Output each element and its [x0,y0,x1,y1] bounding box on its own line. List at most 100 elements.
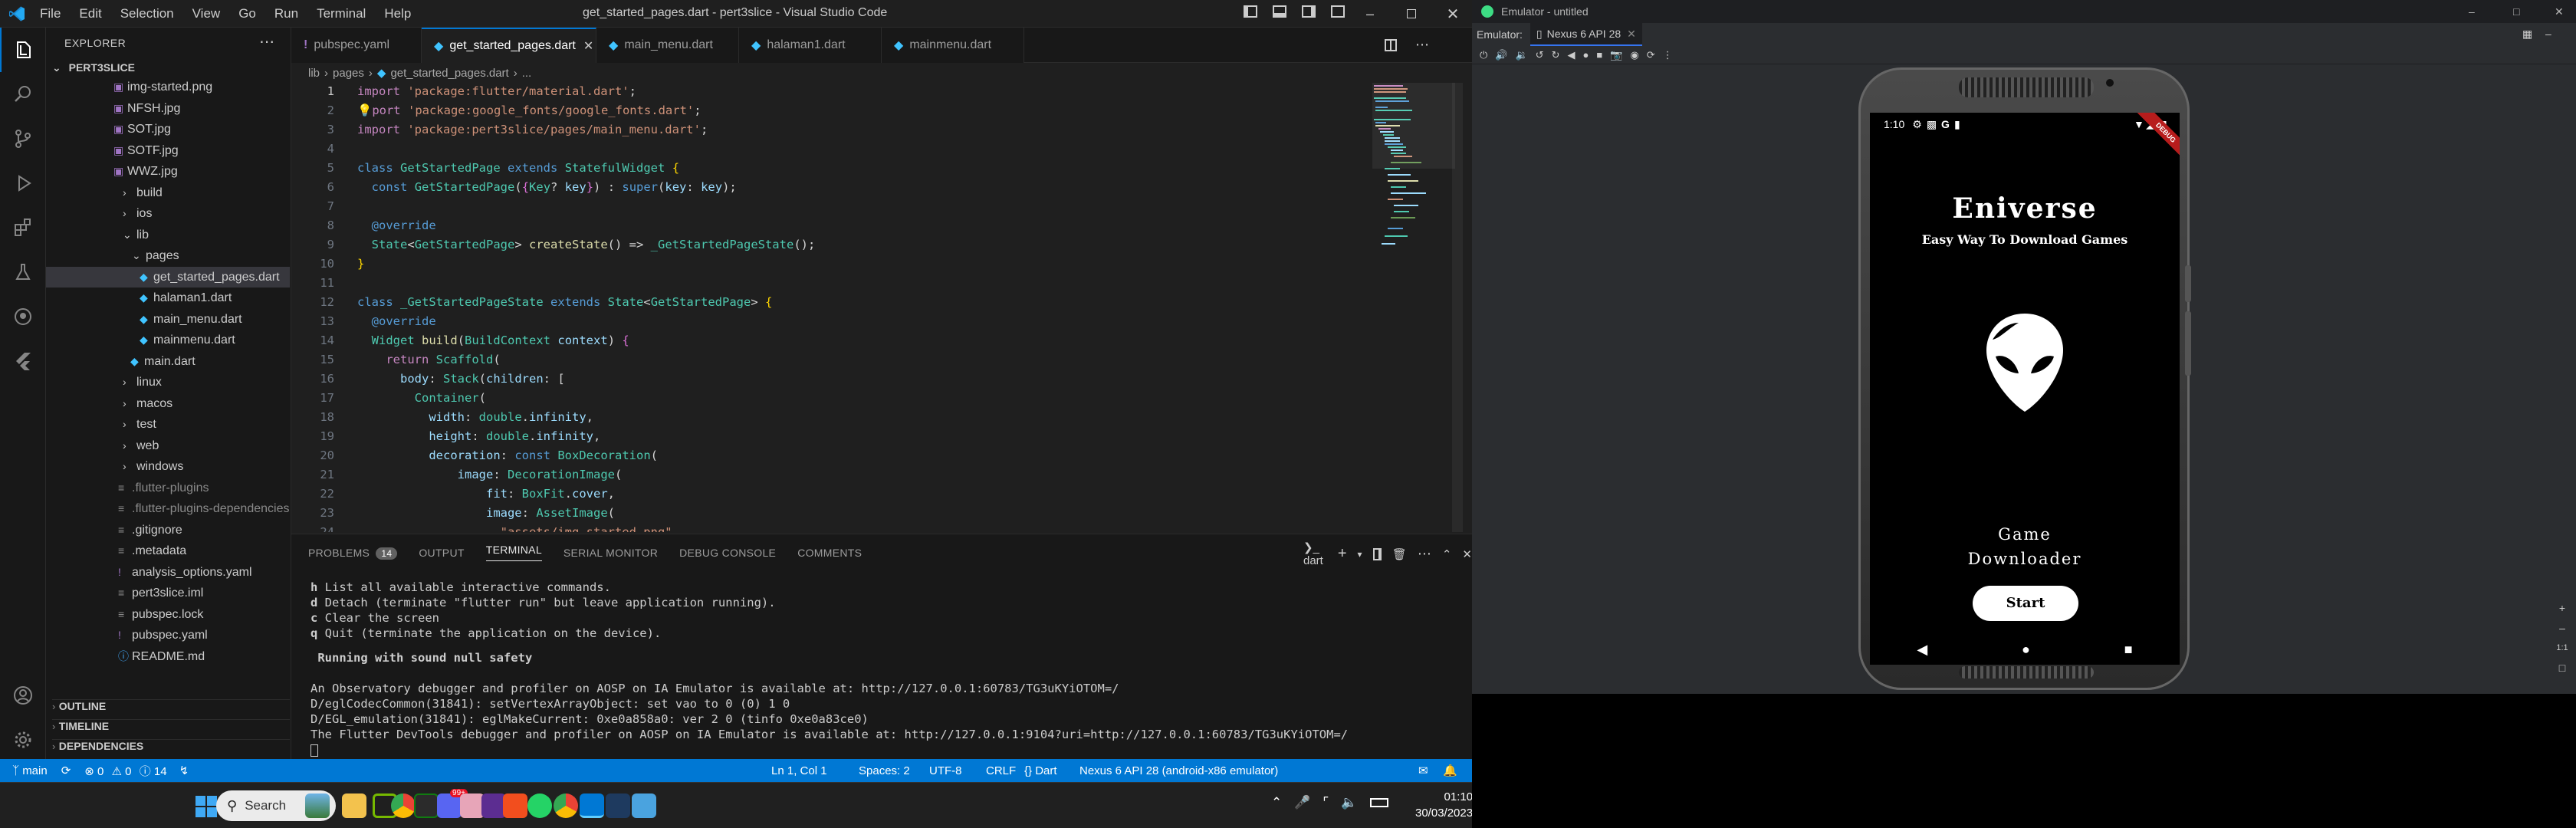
minimize-icon[interactable]: – [1349,6,1391,22]
emulator-maximize-icon[interactable]: □ [2513,5,2519,18]
close-tab-icon[interactable]: ✕ [583,38,593,54]
flutter-icon[interactable] [0,339,46,383]
volume-icon[interactable]: 🔈 [1341,795,1357,810]
chrome-alt-icon[interactable] [554,794,578,818]
cursor-position[interactable]: Ln 1, Col 1 [771,764,827,777]
emulator-minimize-icon[interactable]: – [2469,5,2475,18]
phone-screen[interactable]: 1:10 ⚙ ▩ G ▮ ▼ ◢ ▮ DEBUG Eniverse Easy W… [1870,113,2180,634]
toggle-secondary-sidebar-icon[interactable] [1302,5,1316,18]
file-explorer-icon[interactable] [342,794,366,818]
problems-status[interactable]: ⊗ 0 ⚠ 0 ⓘ 14 [84,763,166,779]
dependencies-section[interactable]: › DEPENDENCIES [52,739,290,754]
toggle-panel-icon[interactable] [1273,5,1286,18]
volume-up-icon[interactable]: 🔊 [1495,49,1507,61]
run-debug-icon[interactable] [0,161,46,205]
feedback-icon[interactable]: ✉ [1418,764,1428,777]
nav-back-icon[interactable]: ◀ [1917,642,1927,658]
chrome-icon[interactable] [391,794,416,818]
tab-comments[interactable]: COMMENTS [797,547,862,559]
phone-side-button[interactable] [2185,265,2191,302]
start-button[interactable]: Start [1973,586,2078,621]
zoom-out-icon[interactable]: – [2555,618,2570,638]
editor-more-icon[interactable]: ⋯ [1415,37,1429,53]
source-control-icon[interactable] [0,117,46,161]
windows-start-icon[interactable] [195,795,218,818]
breadcrumb-file[interactable]: get_started_pages.dart [390,67,508,80]
accounts-icon[interactable] [0,673,46,718]
customize-layout-icon[interactable] [1331,5,1345,18]
project-root[interactable]: ⌄ PERT3SLICE [52,61,135,74]
vscode-taskbar-icon[interactable] [580,794,604,818]
microphone-icon[interactable]: 🎤 [1294,795,1310,810]
more-icon[interactable]: ⋮ [1663,49,1673,61]
more-actions-icon[interactable]: ⋯ [259,32,274,51]
timeline-section[interactable]: › TIMELINE [52,719,290,734]
minimap[interactable] [1372,83,1457,267]
taskbar-search-highlight-icon[interactable] [305,794,330,818]
tab-get-started-pages[interactable]: ◆ get_started_pages.dart ✕ [422,27,596,63]
menu-edit[interactable]: Edit [79,6,101,21]
zoom-in-icon[interactable]: + [2555,598,2570,618]
power-icon[interactable]: ⏻ [1480,49,1487,61]
emulator-hide-icon[interactable]: – [2545,28,2551,40]
emulator-options-icon[interactable]: ▦ [2522,28,2532,41]
clock[interactable]: 01:10 30/03/2023 [1415,789,1473,821]
battery-icon[interactable] [1369,798,1388,807]
new-terminal-icon[interactable]: + [1338,545,1347,563]
zoom-fit-icon[interactable]: □ [2555,658,2570,678]
tab-pubspec[interactable]: ! pubspec.yaml [291,27,422,63]
branch-status[interactable]: ᛉ main [12,764,48,777]
breadcrumb-more[interactable]: ... [522,67,532,80]
maximize-icon[interactable] [1391,9,1432,18]
terminal-profile[interactable]: ❯_ dart [1303,540,1327,567]
menu-run[interactable]: Run [274,6,298,21]
nav-overview-icon[interactable]: ■ [2124,642,2133,658]
wifi-icon[interactable]: ⌜ [1322,795,1329,810]
settings-gear-icon[interactable] [0,718,46,762]
flutter-device[interactable]: Nexus 6 API 28 (android-x86 emulator) [1079,764,1278,777]
back-icon[interactable]: ◀ [1567,49,1575,61]
indentation[interactable]: Spaces: 2 [859,764,910,777]
language-mode[interactable]: {} Dart [1024,764,1057,777]
whatsapp-icon[interactable] [527,794,552,818]
zoom-actual-size[interactable]: 1:1 [2555,638,2570,658]
overview-icon[interactable]: ■ [1596,49,1602,61]
outline-section[interactable]: › OUTLINE [52,699,290,714]
menu-selection[interactable]: Selection [120,6,174,21]
sync-icon[interactable]: ⟳ [61,764,71,777]
emulator-taskbar-icon[interactable] [606,794,630,818]
figma-icon[interactable] [503,794,527,818]
breadcrumb-lib[interactable]: lib [308,67,320,80]
tab-terminal[interactable]: TERMINAL [485,544,542,561]
search-icon[interactable] [0,72,46,117]
menu-help[interactable]: Help [384,6,411,21]
emulator-close-icon[interactable]: ✕ [2555,5,2564,18]
testing-icon[interactable] [0,250,46,294]
menu-terminal[interactable]: Terminal [317,6,366,21]
chevron-down-icon[interactable]: ▾ [1358,549,1362,560]
nav-home-icon[interactable]: ● [2022,642,2030,658]
tab-main-menu[interactable]: ◆ main_menu.dart [596,27,739,63]
notepad-icon[interactable] [632,794,656,818]
menu-go[interactable]: Go [238,6,256,21]
tab-debug-console[interactable]: DEBUG CONSOLE [679,547,776,559]
tab-mainmenu[interactable]: ◆ mainmenu.dart [882,27,1024,63]
menu-file[interactable]: File [40,6,61,21]
record-icon[interactable]: ◉ [1630,49,1638,61]
tree-item[interactable]: ◆ get_started_pages.dart [46,266,290,288]
xbox-icon[interactable] [414,794,439,818]
tab-halaman1[interactable]: ◆ halaman1.dart [739,27,882,63]
github-icon[interactable] [0,294,46,339]
notifications-bell-icon[interactable]: 🔔 [1443,764,1457,777]
camera-icon[interactable]: 📷 [1610,49,1622,61]
menu-view[interactable]: View [192,6,221,21]
rotate-left-icon[interactable]: ↺ [1536,49,1544,61]
breadcrumb-pages[interactable]: pages [333,67,364,80]
encoding[interactable]: UTF-8 [929,764,962,777]
snapshot-icon[interactable]: ⟳ [1647,49,1655,61]
volume-down-icon[interactable]: 🔉 [1515,49,1527,61]
split-editor-icon[interactable] [1385,38,1397,51]
code-editor[interactable]: 1234567891011121314151617181920212223242… [291,83,1472,532]
discord-icon[interactable]: 99+ [437,789,468,818]
device-tab[interactable]: ▯ Nexus 6 API 28 ✕ [1530,23,1642,46]
